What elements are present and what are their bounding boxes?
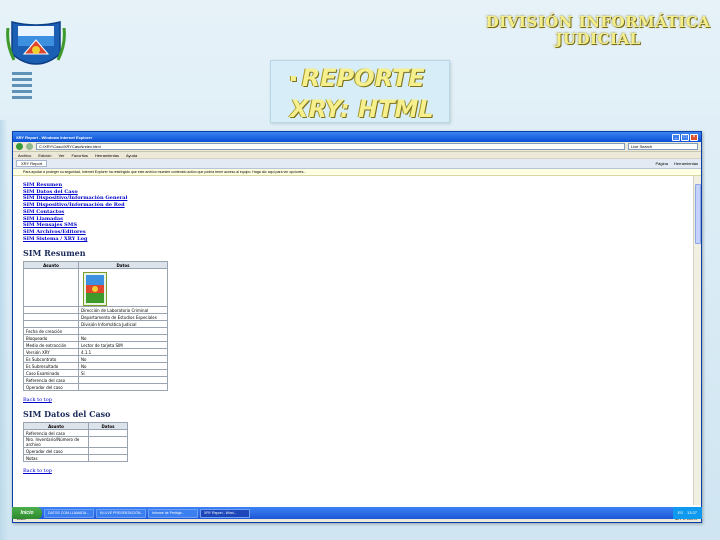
minimize-icon[interactable]: _: [672, 133, 680, 141]
table-row: Fecha de creación: [23, 327, 168, 336]
report-content: SIM Resumen SIM Datos del Caso SIM Dispo…: [13, 176, 695, 505]
table-header: Asunto: [23, 422, 89, 431]
table-row: Nro. Inventario/Número de archivo: [23, 436, 128, 449]
toc-link[interactable]: SIM Sistema / XRY Log: [23, 236, 685, 243]
menu-item-favorites[interactable]: Favoritos: [71, 153, 87, 158]
summary-heading: SIM Resumen: [23, 248, 86, 259]
close-icon[interactable]: ×: [690, 133, 698, 141]
toc-link[interactable]: SIM Contactos: [23, 209, 685, 216]
table-row: Dirección de Laboratorio Criminal: [23, 306, 168, 315]
table-header: Asunto: [23, 261, 79, 270]
org-heading: DIVISIÓN INFORMÁTICA JUDICIAL: [480, 14, 716, 48]
address-input[interactable]: C:\XRY\Caso\XRYCaso\index.html: [36, 143, 625, 150]
menu-item-help[interactable]: Ayuda: [126, 153, 137, 158]
table-row: [23, 268, 168, 308]
table-row: Versión XRY 4.1.1: [23, 348, 168, 357]
back-to-top-link[interactable]: Back to top: [23, 397, 685, 403]
menu-item-file[interactable]: Archivo: [18, 153, 31, 158]
table-row: Departamento de Estudios Especiales: [23, 313, 168, 322]
table-row: Notas: [23, 454, 128, 463]
menu-item-edit[interactable]: Edición: [38, 153, 51, 158]
toolbar-commands: Página Herramientas: [656, 161, 698, 166]
agency-logo-icon: [83, 272, 107, 307]
title-line-2: XRY: HTML: [290, 95, 434, 123]
back-arrow-icon[interactable]: [16, 143, 23, 150]
security-infobar[interactable]: Para ayudar a proteger su seguridad, Int…: [13, 169, 701, 176]
slide-left-strip: [0, 120, 8, 540]
toc-link[interactable]: SIM Dispositivo/Información de Red: [23, 202, 685, 209]
case-data-heading: SIM Datos del Caso: [23, 409, 111, 420]
bullet-icon: ▪: [290, 73, 297, 84]
table-row: Medio de extracción Lector de tarjeta SIM: [23, 341, 168, 350]
toc-link[interactable]: SIM Resumen: [23, 182, 685, 189]
menu-item-tools[interactable]: Herramientas: [95, 153, 119, 158]
taskbar-item[interactable]: IN LIVE PRESENTACIÓN...: [96, 508, 146, 518]
tab-bar: XRY Report Página Herramientas: [13, 159, 701, 169]
table-row: Bloqueado No: [23, 334, 168, 343]
back-to-top-link[interactable]: Back to top: [23, 468, 685, 474]
vertical-scrollbar[interactable]: [693, 176, 701, 505]
tab-xry-report[interactable]: XRY Report: [16, 160, 48, 167]
page-menu-button[interactable]: Página: [656, 161, 668, 166]
maximize-icon[interactable]: □: [681, 133, 689, 141]
system-tray: ES 13:37: [672, 507, 702, 519]
tools-menu-button[interactable]: Herramientas: [674, 161, 698, 166]
search-input[interactable]: Live Search: [628, 143, 698, 150]
forward-arrow-icon[interactable]: [26, 143, 33, 150]
table-row: Referencia del caso: [23, 376, 168, 385]
org-line-2: JUDICIAL: [555, 30, 641, 48]
toc-link[interactable]: SIM Llamadas: [23, 216, 685, 223]
slide-title: ▪ REPORTE XRY: HTML: [290, 63, 450, 124]
table-row: Caso Examinado Sí: [23, 369, 168, 378]
table-row: Es Subresultado No: [23, 362, 168, 371]
taskbar-item[interactable]: Informe de Peritaje...: [148, 508, 198, 518]
start-button[interactable]: Inicio: [12, 507, 42, 519]
title-line-1: REPORTE: [301, 64, 425, 92]
table-row: Operador del caso: [23, 383, 168, 392]
clock[interactable]: 13:37: [687, 507, 697, 519]
scroll-thumb[interactable]: [695, 184, 701, 244]
browser-window: XRY Report - Windows Internet Explorer _…: [12, 131, 702, 523]
window-title: XRY Report - Windows Internet Explorer: [16, 134, 93, 140]
table-row: Es Subcontrato No: [23, 355, 168, 364]
table-row: División Informática Judicial: [23, 320, 168, 329]
menu-bar: Archivo Edición Ver Favoritos Herramient…: [13, 152, 701, 159]
table-row: Referencia del caso: [23, 429, 128, 438]
crest-logo: [6, 21, 66, 65]
crest-decoration: [12, 72, 32, 102]
taskbar-item[interactable]: DATOS COM.LLAMADA...: [44, 508, 94, 518]
case-data-table: Asunto Datos Referencia del caso Nro. In…: [23, 422, 128, 463]
org-line-1: DIVISIÓN INFORMÁTICA: [485, 13, 711, 31]
toc-link[interactable]: SIM Archivos/Editores: [23, 229, 685, 236]
table-row: Operador del caso: [23, 447, 128, 456]
table-of-contents: SIM Resumen SIM Datos del Caso SIM Dispo…: [23, 182, 685, 242]
table-header: Datos: [88, 422, 128, 431]
summary-table: Asunto Datos Dirección de Laboratorio Cr…: [23, 261, 168, 392]
window-titlebar: XRY Report - Windows Internet Explorer _…: [13, 132, 701, 142]
toc-link[interactable]: SIM Mensajes SMS: [23, 222, 685, 229]
taskbar: Inicio DATOS COM.LLAMADA... IN LIVE PRES…: [12, 507, 702, 519]
menu-item-view[interactable]: Ver: [58, 153, 64, 158]
table-header: Datos: [78, 261, 168, 270]
taskbar-item-active[interactable]: XRY Report - Wind...: [200, 508, 250, 518]
address-bar: C:\XRY\Caso\XRYCaso\index.html Live Sear…: [13, 142, 701, 152]
language-indicator[interactable]: ES: [678, 507, 683, 519]
